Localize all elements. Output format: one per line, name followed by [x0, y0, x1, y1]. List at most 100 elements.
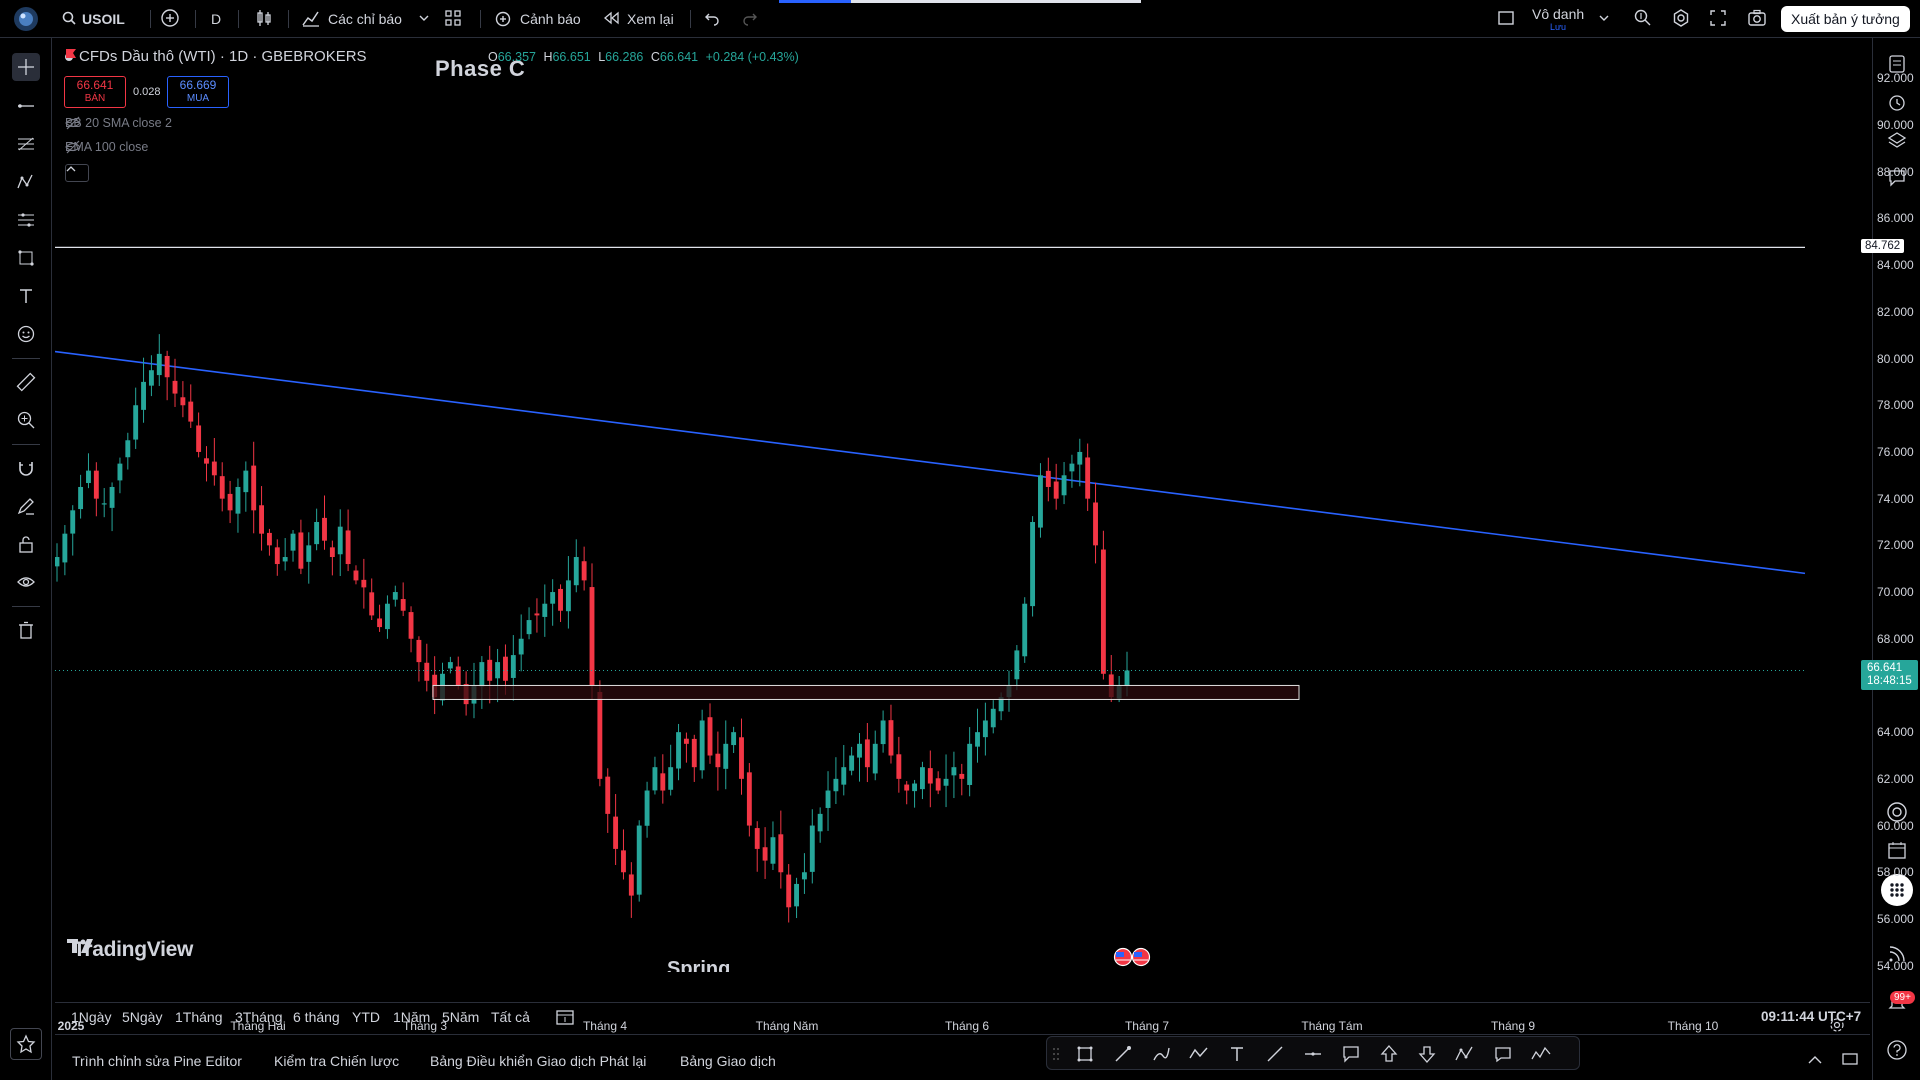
- indicator-ema[interactable]: EMA 100 close: [65, 140, 156, 154]
- candle-body: [975, 732, 980, 747]
- text-icon[interactable]: [12, 282, 40, 310]
- trash-icon[interactable]: [12, 616, 40, 644]
- chart-type-button[interactable]: [254, 0, 274, 38]
- range-button[interactable]: 3Tháng: [235, 1009, 282, 1025]
- rectangle-icon[interactable]: [12, 244, 40, 272]
- ruler-icon[interactable]: [12, 368, 40, 396]
- symbol-legend[interactable]: CFDs Dầu thô (WTI) · 1D · GBEBROKERS: [65, 48, 381, 65]
- range-button[interactable]: YTD: [352, 1009, 380, 1025]
- elliott-wave-tool-icon[interactable]: [1529, 1042, 1553, 1066]
- candle-body: [93, 470, 99, 499]
- rectangle-tool-icon[interactable]: [1073, 1042, 1097, 1066]
- price-axis-label: 68.000: [1877, 631, 1914, 646]
- magnet-icon[interactable]: [12, 454, 40, 482]
- chart-pane[interactable]: CFDs Dầu thô (WTI) · 1D · GBEBROKERS Pha…: [55, 40, 1918, 1033]
- arrow-up-tool-icon[interactable]: [1377, 1042, 1401, 1066]
- snapshot-button[interactable]: [1747, 0, 1767, 38]
- bottom-panel-tab[interactable]: Bảng Giao dịch: [680, 1053, 776, 1069]
- indicator-bb[interactable]: BB 20 SMA close 2: [65, 116, 180, 130]
- pattern-icon[interactable]: [12, 168, 40, 196]
- range-button[interactable]: 1Ngày: [71, 1009, 111, 1025]
- candle-body: [259, 505, 264, 534]
- candle-body: [825, 790, 831, 808]
- prediction-icon[interactable]: [12, 206, 40, 234]
- layout-grid-button[interactable]: [444, 0, 462, 38]
- highlighter-tool-icon[interactable]: [1149, 1042, 1173, 1066]
- text-tool-icon[interactable]: [1225, 1042, 1249, 1066]
- quick-search-button[interactable]: [1633, 0, 1653, 38]
- trendline-tool-icon[interactable]: [1263, 1042, 1287, 1066]
- comment-tool-icon[interactable]: [1491, 1042, 1515, 1066]
- compare-symbol-button[interactable]: [160, 0, 180, 38]
- chevron-up-icon[interactable]: [1807, 1053, 1823, 1071]
- layout-name-button[interactable]: Vô danh Lưu: [1532, 0, 1584, 38]
- candle-body: [109, 486, 115, 508]
- range-button[interactable]: 1Năm: [393, 1009, 430, 1025]
- candle-body: [385, 603, 390, 630]
- help-icon[interactable]: [1883, 1036, 1911, 1064]
- indicators-dropdown-button[interactable]: [418, 0, 430, 38]
- lock-icon[interactable]: [12, 530, 40, 558]
- crosshair-icon[interactable]: [12, 53, 40, 81]
- price-chart-canvas[interactable]: [55, 40, 1870, 998]
- abcd-pattern-tool-icon[interactable]: [1453, 1042, 1477, 1066]
- fib-retracement-icon[interactable]: [12, 130, 40, 158]
- symbol-search[interactable]: USOIL: [62, 0, 125, 38]
- sell-button[interactable]: 66.641 BÁN: [64, 76, 126, 108]
- calendar-icon[interactable]: [1883, 836, 1911, 864]
- clock-timezone[interactable]: 09:11:44 UTC+7: [1761, 1009, 1861, 1024]
- legend-collapse-button[interactable]: [65, 164, 89, 182]
- polyline-tool-icon[interactable]: [1187, 1042, 1211, 1066]
- maximize-panel-icon[interactable]: [1842, 1052, 1858, 1071]
- candle-body: [723, 743, 729, 769]
- bottom-panel-tab[interactable]: Kiểm tra Chiến lược: [274, 1053, 399, 1069]
- range-button[interactable]: 5Năm: [442, 1009, 479, 1025]
- bottom-panel-tab[interactable]: Trình chỉnh sửa Pine Editor: [72, 1053, 242, 1069]
- range-button[interactable]: 1Tháng: [175, 1009, 222, 1025]
- trend-line-icon[interactable]: [12, 92, 40, 120]
- candle-body: [644, 790, 650, 826]
- redo-button[interactable]: [742, 0, 758, 38]
- undo-button[interactable]: [704, 0, 720, 38]
- alerts-clock-icon[interactable]: [1883, 88, 1911, 116]
- eye-icon[interactable]: [12, 568, 40, 596]
- range-button[interactable]: Tất cả: [491, 1009, 530, 1025]
- range-button[interactable]: 6 tháng: [293, 1009, 340, 1025]
- candle-body: [550, 592, 556, 604]
- price-axis-label: 78.000: [1877, 398, 1914, 413]
- candle-body: [211, 461, 217, 476]
- tradingview-logo[interactable]: TradingView: [67, 938, 193, 962]
- range-bar: 1Ngày 5Ngày 1Tháng 3Tháng 6 tháng YTD 1Năm 5Năm…: [55, 1002, 1870, 1034]
- user-avatar[interactable]: [12, 0, 40, 38]
- floating-drawing-toolbar: [1046, 1036, 1580, 1070]
- date-range-icon[interactable]: [555, 1008, 575, 1029]
- indicators-button[interactable]: Các chỉ báo: [301, 0, 402, 38]
- spring-annotation[interactable]: Spring: [667, 958, 730, 972]
- candle-body: [204, 458, 209, 464]
- candle-body: [510, 655, 516, 678]
- candle-body: [369, 592, 375, 616]
- layout-dropdown-button[interactable]: [1598, 0, 1610, 38]
- settings-button[interactable]: [1671, 0, 1691, 38]
- brush-tool-icon[interactable]: [1111, 1042, 1135, 1066]
- emoji-icon[interactable]: [12, 320, 40, 348]
- fullscreen-button[interactable]: [1709, 0, 1727, 38]
- layout-select-checkbox[interactable]: [1497, 0, 1515, 38]
- draw-mode-icon[interactable]: [12, 492, 40, 520]
- interval-button[interactable]: D: [211, 0, 221, 38]
- zoom-in-icon[interactable]: [12, 406, 40, 434]
- publish-idea-button[interactable]: Xuất bản ý tưởng: [1781, 6, 1910, 32]
- last-price: 66.641: [1867, 662, 1903, 675]
- callout-tool-icon[interactable]: [1339, 1042, 1363, 1066]
- drag-handle-icon[interactable]: [1049, 1042, 1063, 1066]
- range-button[interactable]: 5Ngày: [122, 1009, 162, 1025]
- favorites-star-icon[interactable]: [10, 1028, 42, 1060]
- bottom-panel-tab[interactable]: Bảng Điều khiển Giao dịch Phát lại: [430, 1053, 646, 1069]
- buy-button[interactable]: 66.669 MUA: [167, 76, 229, 108]
- arrow-down-tool-icon[interactable]: [1415, 1042, 1439, 1066]
- alert-button[interactable]: Cảnh báo: [493, 0, 581, 38]
- price-axis-label: 82.000: [1877, 304, 1914, 319]
- horizontal-line-tool-icon[interactable]: [1301, 1042, 1325, 1066]
- candle-body: [1100, 549, 1106, 674]
- replay-button[interactable]: Xem lại: [603, 0, 674, 38]
